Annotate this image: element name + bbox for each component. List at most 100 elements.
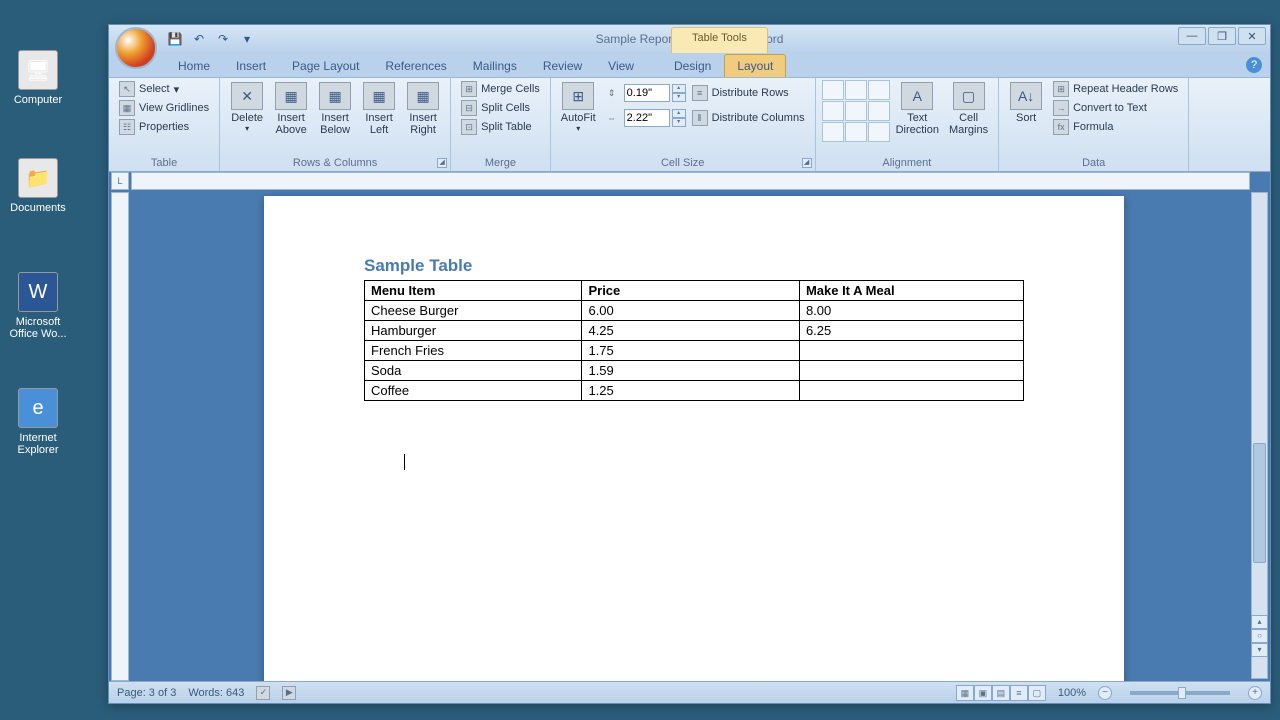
table-cell[interactable]: 6.00 <box>582 301 799 321</box>
cell-margins-button[interactable]: ▢CellMargins <box>945 80 992 138</box>
align-ml[interactable] <box>822 101 844 121</box>
table-cell[interactable]: Soda <box>365 361 582 381</box>
insert-below-button[interactable]: ▦InsertBelow <box>314 80 356 138</box>
table-cell[interactable] <box>799 381 1023 401</box>
insert-above-button[interactable]: ▦InsertAbove <box>270 80 312 138</box>
desktop-icon-documents[interactable]: 📁Documents <box>3 158 73 214</box>
select-button[interactable]: ↖Select ▾ <box>115 80 213 98</box>
vertical-ruler[interactable] <box>111 192 129 681</box>
outline-view[interactable]: ≡ <box>1010 685 1028 701</box>
sort-button[interactable]: A↓Sort <box>1005 80 1047 126</box>
redo-button[interactable]: ↷ <box>213 29 233 49</box>
desktop-icon-word[interactable]: WMicrosoft Office Wo... <box>3 272 73 340</box>
col-width-spinner[interactable]: ⇔▴▾ <box>602 109 686 127</box>
properties-button[interactable]: ☷Properties <box>115 118 213 136</box>
zoom-slider[interactable] <box>1130 691 1230 695</box>
col-width-input[interactable] <box>624 109 670 127</box>
tab-view[interactable]: View <box>595 54 647 77</box>
formula-button[interactable]: fxFormula <box>1049 118 1182 136</box>
align-tr[interactable] <box>868 80 890 100</box>
close-button[interactable]: ✕ <box>1238 27 1266 45</box>
table-cell[interactable]: Coffee <box>365 381 582 401</box>
rows-cols-launcher[interactable]: ◢ <box>437 158 447 168</box>
autofit-button[interactable]: ⊞AutoFit▾ <box>557 80 600 135</box>
tab-layout[interactable]: Layout <box>724 54 786 77</box>
table-cell[interactable]: Hamburger <box>365 321 582 341</box>
table-row[interactable]: Hamburger4.256.25 <box>365 321 1024 341</box>
distribute-columns-button[interactable]: ⦀Distribute Columns <box>688 109 809 127</box>
insert-left-button[interactable]: ▦InsertLeft <box>358 80 400 138</box>
repeat-header-button[interactable]: ⊞Repeat Header Rows <box>1049 80 1182 98</box>
prev-page-button[interactable]: ▴ <box>1251 615 1268 629</box>
zoom-out-button[interactable]: − <box>1098 686 1112 700</box>
page-indicator[interactable]: Page: 3 of 3 <box>117 687 176 699</box>
horizontal-ruler[interactable] <box>131 172 1250 190</box>
maximize-button[interactable]: ❐ <box>1208 27 1236 45</box>
tab-design[interactable]: Design <box>661 54 724 77</box>
table-row[interactable]: Coffee1.25 <box>365 381 1024 401</box>
qat-menu[interactable]: ▾ <box>237 29 257 49</box>
tab-mailings[interactable]: Mailings <box>460 54 530 77</box>
help-icon[interactable]: ? <box>1246 57 1262 73</box>
merge-cells-button[interactable]: ⊞Merge Cells <box>457 80 544 98</box>
tab-page-layout[interactable]: Page Layout <box>279 54 372 77</box>
scrollbar-thumb[interactable] <box>1253 443 1266 563</box>
ruler-corner[interactable]: L <box>111 172 129 190</box>
desktop-icon-ie[interactable]: eInternet Explorer <box>3 388 73 456</box>
save-button[interactable]: 💾 <box>165 29 185 49</box>
align-mr[interactable] <box>868 101 890 121</box>
delete-button[interactable]: ✕Delete▾ <box>226 80 268 135</box>
document-page[interactable]: Sample Table Menu Item Price Make It A M… <box>264 196 1124 681</box>
print-layout-view[interactable]: ▦ <box>956 685 974 701</box>
table-row[interactable]: Soda1.59 <box>365 361 1024 381</box>
align-br[interactable] <box>868 122 890 142</box>
split-cells-button[interactable]: ⊟Split Cells <box>457 99 544 117</box>
distribute-rows-button[interactable]: ≡Distribute Rows <box>688 84 809 102</box>
minimize-button[interactable]: — <box>1178 27 1206 45</box>
macro-icon[interactable]: ▶ <box>282 686 296 700</box>
full-screen-view[interactable]: ▣ <box>974 685 992 701</box>
insert-right-button[interactable]: ▦InsertRight <box>402 80 444 138</box>
row-height-spinner[interactable]: ⇕▴▾ <box>602 84 686 102</box>
table-cell[interactable] <box>799 361 1023 381</box>
table-cell[interactable]: 1.75 <box>582 341 799 361</box>
align-tl[interactable] <box>822 80 844 100</box>
next-page-button[interactable]: ▾ <box>1251 643 1268 657</box>
office-button[interactable] <box>115 27 157 69</box>
table-header[interactable]: Menu Item <box>365 281 582 301</box>
table-cell[interactable]: 8.00 <box>799 301 1023 321</box>
table-cell[interactable]: 1.59 <box>582 361 799 381</box>
table-header[interactable]: Price <box>582 281 799 301</box>
view-gridlines-button[interactable]: ▦View Gridlines <box>115 99 213 117</box>
sample-table[interactable]: Menu Item Price Make It A Meal Cheese Bu… <box>364 280 1024 401</box>
table-cell[interactable]: Cheese Burger <box>365 301 582 321</box>
zoom-thumb[interactable] <box>1178 687 1186 699</box>
row-height-input[interactable] <box>624 84 670 102</box>
tab-insert[interactable]: Insert <box>223 54 279 77</box>
cell-size-launcher[interactable]: ◢ <box>802 158 812 168</box>
table-row[interactable]: French Fries1.75 <box>365 341 1024 361</box>
tab-review[interactable]: Review <box>530 54 595 77</box>
table-header-row[interactable]: Menu Item Price Make It A Meal <box>365 281 1024 301</box>
table-cell[interactable] <box>799 341 1023 361</box>
web-layout-view[interactable]: ▤ <box>992 685 1010 701</box>
table-cell[interactable]: 4.25 <box>582 321 799 341</box>
word-count[interactable]: Words: 643 <box>188 687 244 699</box>
undo-button[interactable]: ↶ <box>189 29 209 49</box>
table-row[interactable]: Cheese Burger6.008.00 <box>365 301 1024 321</box>
zoom-in-button[interactable]: + <box>1248 686 1262 700</box>
document-heading[interactable]: Sample Table <box>364 256 1024 276</box>
table-cell[interactable]: French Fries <box>365 341 582 361</box>
browse-select-button[interactable]: ○ <box>1251 629 1268 643</box>
proofing-icon[interactable]: ✓ <box>256 686 270 700</box>
align-tc[interactable] <box>845 80 867 100</box>
zoom-level[interactable]: 100% <box>1058 687 1086 699</box>
desktop-icon-computer[interactable]: 🖥Computer <box>3 50 73 106</box>
tab-home[interactable]: Home <box>165 54 223 77</box>
convert-text-button[interactable]: →Convert to Text <box>1049 99 1182 117</box>
vertical-scrollbar[interactable] <box>1251 192 1268 679</box>
table-cell[interactable]: 1.25 <box>582 381 799 401</box>
split-table-button[interactable]: ⊡Split Table <box>457 118 544 136</box>
align-mc[interactable] <box>845 101 867 121</box>
draft-view[interactable]: ▢ <box>1028 685 1046 701</box>
